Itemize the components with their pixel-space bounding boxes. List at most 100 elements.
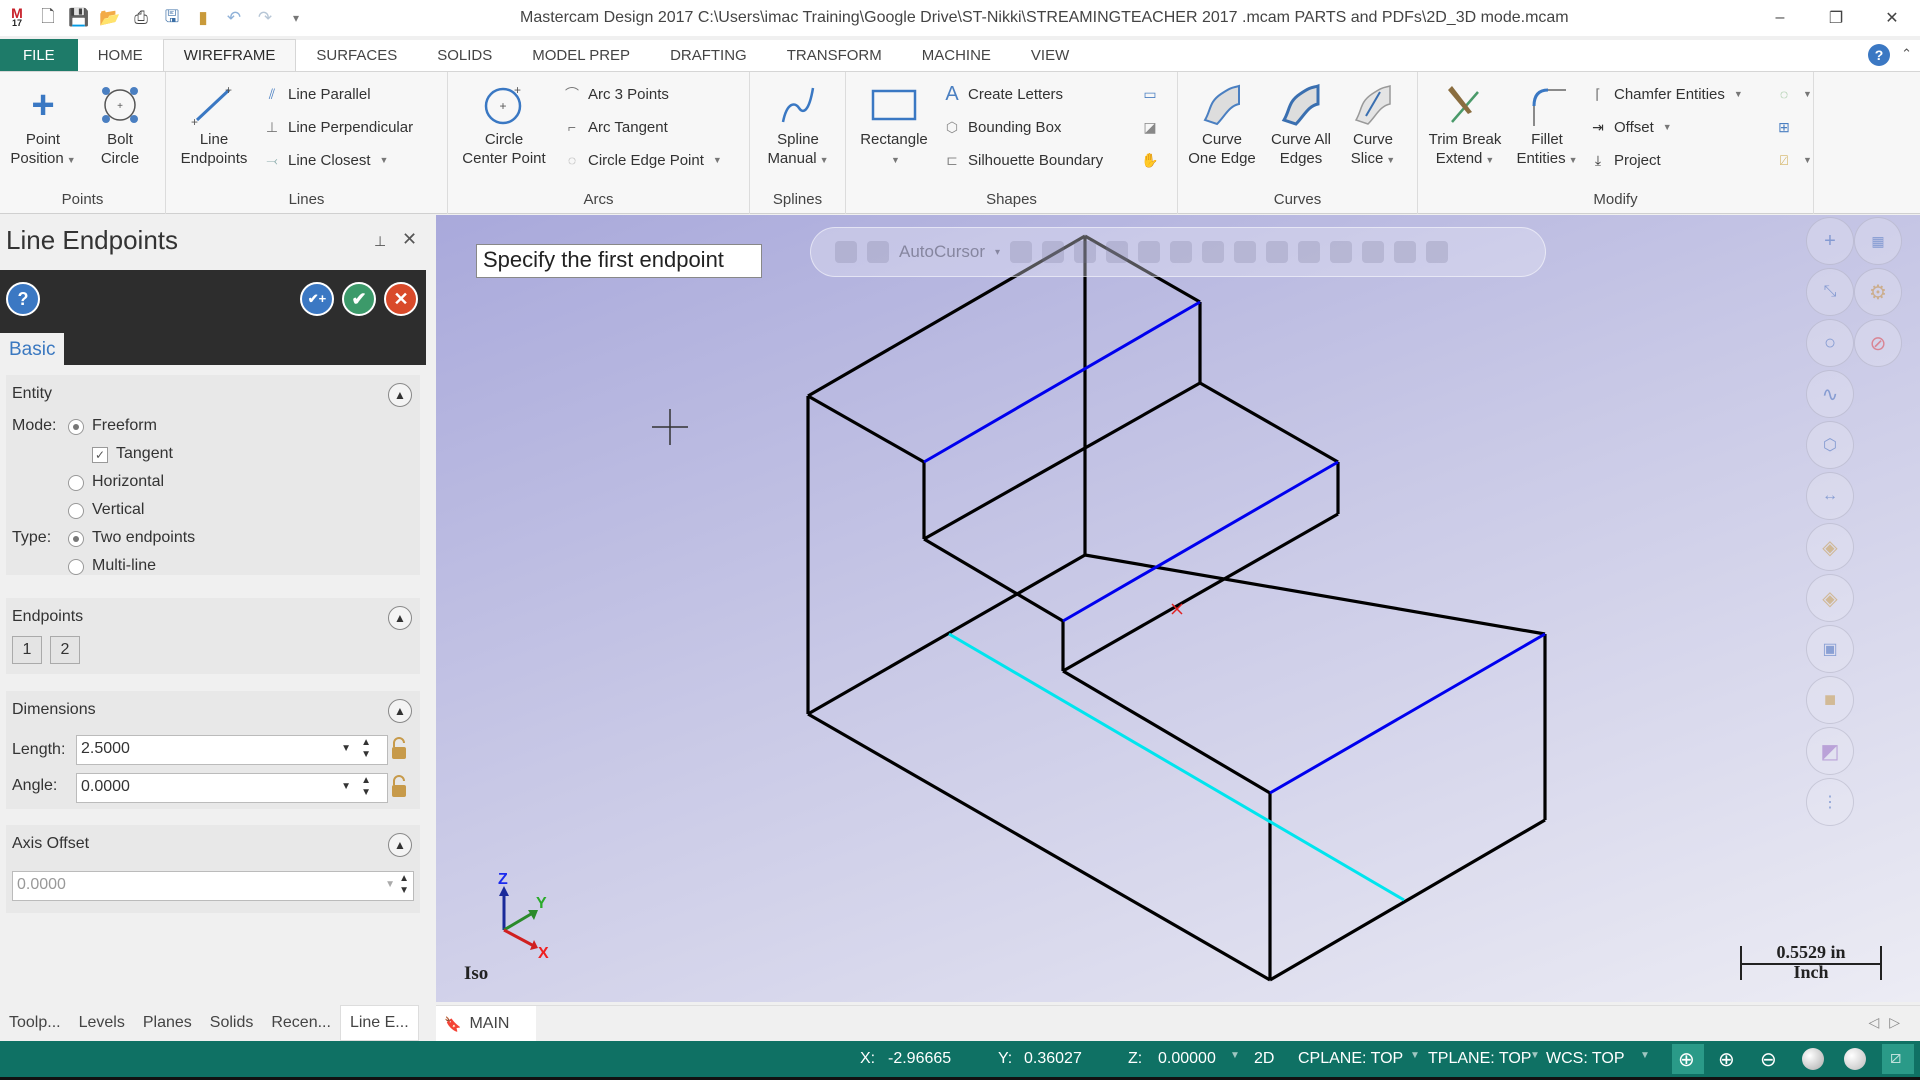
arc-tangent-button[interactable]: ⌐ Arc Tangent — [562, 116, 668, 138]
shaded-edges-icon[interactable] — [1844, 1048, 1866, 1070]
pin-icon[interactable]: ⊥ — [374, 233, 386, 250]
type-multi-line-radio[interactable] — [68, 559, 84, 575]
mode-horizontal-radio[interactable] — [68, 475, 84, 491]
angle-field[interactable]: 0.0000 ▼ ▲ ▼ — [76, 773, 388, 803]
ok-button[interactable]: ✔ — [342, 282, 376, 316]
rectangle-button[interactable]: Rectangle ▼ — [854, 80, 934, 170]
axis-offset-dropdown-icon[interactable]: ▼ — [385, 879, 395, 890]
silhouette-boundary-button[interactable]: ⊏ Silhouette Boundary — [942, 149, 1103, 171]
angle-spinner[interactable]: ▲ ▼ — [361, 775, 371, 799]
create-letters-button[interactable]: A Create Letters — [942, 83, 1063, 105]
translucency-icon[interactable]: ⧄ — [1890, 1047, 1901, 1068]
mask-arc-icon[interactable]: ○ — [1806, 319, 1854, 367]
axis-offset-spinner[interactable]: ▲ ▼ — [399, 873, 409, 897]
shaded-icon[interactable] — [1802, 1048, 1824, 1070]
tab-transform[interactable]: TRANSFORM — [767, 39, 902, 71]
wire-edge[interactable] — [1062, 669, 1271, 795]
mode-vertical-radio[interactable] — [68, 503, 84, 519]
view-sheet-main[interactable]: 🔖 MAIN — [436, 1006, 536, 1042]
tab-surfaces[interactable]: SURFACES — [296, 39, 417, 71]
angle-lock-icon[interactable] — [390, 775, 408, 799]
collapse-entity-icon[interactable]: ▲ — [388, 383, 412, 407]
open-icon[interactable]: 📂 — [99, 7, 121, 29]
mode-2d-3d-toggle[interactable]: 2D — [1254, 1050, 1274, 1068]
rotate-icon[interactable] — [1394, 241, 1417, 263]
tab-machine[interactable]: MACHINE — [902, 39, 1011, 71]
autocursor-icon[interactable] — [867, 241, 889, 263]
mask-surface-2-icon[interactable]: ◈ — [1806, 574, 1854, 622]
select-wireframe-icon[interactable] — [1106, 241, 1129, 263]
wireframe-display-icon[interactable]: ⊕ — [1678, 1047, 1695, 1072]
lock-selection-icon[interactable] — [835, 241, 857, 263]
minimize-button[interactable]: – — [1752, 0, 1808, 36]
point-position-button[interactable]: + Point Position ▼ — [8, 80, 78, 170]
wire-edge[interactable] — [807, 394, 925, 464]
mask-mesh-icon[interactable]: ▣ — [1806, 625, 1854, 673]
length-field[interactable]: 2.5000 ▼ ▲ ▼ — [76, 735, 388, 765]
shape-extra-1[interactable]: ▭ — [1140, 83, 1160, 105]
offset-button[interactable]: ⇥ Offset ▼ — [1588, 116, 1672, 138]
collapse-ribbon-icon[interactable]: ⌃ — [1901, 46, 1912, 62]
select-solid-icon[interactable] — [1170, 241, 1193, 263]
shape-extra-3[interactable]: ✋ — [1140, 149, 1160, 171]
selected-edge[interactable] — [1269, 632, 1546, 795]
mode-freeform-radio[interactable] — [68, 419, 84, 435]
mask-spline-icon[interactable]: ∿ — [1806, 370, 1854, 418]
chamfer-entities-button[interactable]: ⌈ Chamfer Entities ▼ — [1588, 83, 1743, 105]
mask-solid-icon[interactable]: ■ — [1806, 676, 1854, 724]
graphics-viewport[interactable]: Specify the first endpoint AutoCursor ▾ … — [436, 215, 1920, 1002]
mask-point-icon[interactable]: + — [1806, 217, 1854, 265]
type-two-endpoints-radio[interactable] — [68, 531, 84, 547]
sheet-nav-arrows[interactable]: ◁▷ — [1868, 1014, 1910, 1031]
wireframe-model[interactable] — [436, 215, 1920, 1002]
spline-manual-button[interactable]: Spline Manual ▼ — [758, 80, 838, 170]
tab-wireframe[interactable]: WIREFRAME — [162, 39, 297, 71]
undo-selection-icon[interactable] — [1426, 241, 1449, 263]
project-button[interactable]: ⤓ Project — [1588, 149, 1661, 171]
tab-home[interactable]: HOME — [78, 39, 163, 71]
tab-solids[interactable]: SOLIDS — [417, 39, 512, 71]
autocursor-label[interactable]: AutoCursor — [899, 242, 985, 262]
length-spinner[interactable]: ▲ ▼ — [361, 737, 371, 761]
modify-extra-2[interactable]: ⊞ — [1774, 116, 1794, 138]
z-coordinate[interactable]: 0.00000 — [1158, 1050, 1216, 1068]
mask-dimension-icon[interactable]: ↔ — [1806, 472, 1854, 520]
clear-mask-icon[interactable]: ⊘ — [1854, 319, 1902, 367]
endpoint-1-button[interactable]: 1 — [12, 636, 42, 664]
wcs-selector[interactable]: WCS: TOP — [1546, 1050, 1625, 1068]
modify-extra-1[interactable]: ◌ ▼ — [1774, 83, 1812, 105]
selected-edge[interactable] — [923, 300, 1201, 464]
bolt-circle-button[interactable]: + Bolt Circle — [90, 80, 150, 168]
zip2go-icon[interactable]: ▮ — [192, 7, 214, 29]
angle-dropdown-icon[interactable]: ▼ — [341, 781, 351, 792]
tplane-selector[interactable]: TPLANE: TOP — [1428, 1050, 1531, 1068]
curve-all-edges-button[interactable]: Curve All Edges — [1262, 80, 1340, 168]
select-surface-icon[interactable] — [1138, 241, 1161, 263]
line-perpendicular-button[interactable]: ⊥ Line Perpendicular — [262, 116, 413, 138]
ok-and-create-new-button[interactable]: ✔+ — [300, 282, 334, 316]
mask-group-icon[interactable]: ◩ — [1806, 727, 1854, 775]
undo-icon[interactable]: ↶ — [223, 7, 245, 29]
line-endpoints-button[interactable]: + + Line Endpoints — [174, 80, 254, 168]
redo-icon[interactable]: ↷ — [254, 7, 276, 29]
tab-file[interactable]: FILE — [0, 39, 78, 71]
help-button[interactable]: ? — [6, 282, 40, 316]
tangent-checkbox[interactable]: ✓ — [92, 447, 108, 463]
wire-edge[interactable] — [1199, 381, 1339, 464]
tab-model-prep[interactable]: MODEL PREP — [512, 39, 650, 71]
tab-toolpaths[interactable]: Toolp... — [0, 1005, 70, 1041]
hidden-line-icon[interactable]: ⊕ — [1718, 1047, 1735, 1072]
shape-extra-2[interactable]: ◪ — [1140, 116, 1160, 138]
tab-planes[interactable]: Planes — [134, 1005, 201, 1041]
wire-edge[interactable] — [1269, 818, 1546, 982]
length-lock-icon[interactable] — [390, 737, 408, 761]
endpoint-2-button[interactable]: 2 — [50, 636, 80, 664]
verify-selection-icon[interactable] — [1330, 241, 1353, 263]
length-dropdown-icon[interactable]: ▼ — [341, 743, 351, 754]
collapse-dimensions-icon[interactable]: ▲ — [388, 699, 412, 723]
customize-icon[interactable]: ▾ — [285, 7, 307, 29]
collapse-axis-offset-icon[interactable]: ▲ — [388, 833, 412, 857]
fast-point-icon[interactable] — [1010, 241, 1033, 263]
panel-close-icon[interactable]: ✕ — [402, 229, 417, 250]
select-all-icon[interactable] — [1042, 241, 1065, 263]
